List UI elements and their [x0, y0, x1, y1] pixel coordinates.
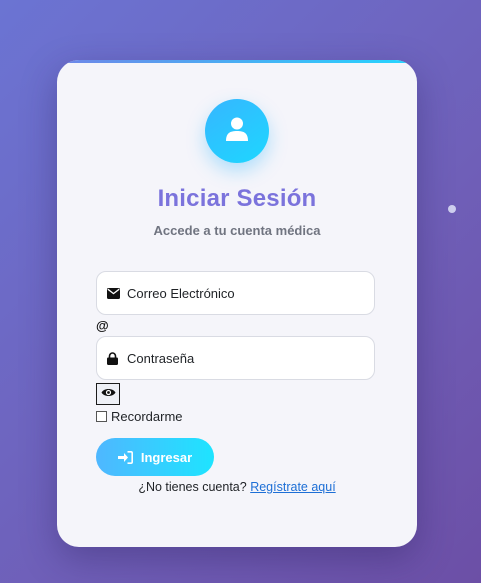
sign-in-icon	[117, 450, 133, 464]
at-sign-icon: @	[96, 318, 109, 333]
user-avatar	[205, 99, 269, 163]
envelope-icon	[107, 286, 121, 300]
email-field[interactable]: Correo Electrónico	[96, 271, 375, 315]
eye-icon	[101, 385, 116, 403]
toggle-password-button[interactable]	[96, 383, 120, 405]
password-label: Contraseña	[127, 350, 195, 366]
page-title: Iniciar Sesión	[157, 185, 317, 212]
remember-me[interactable]: Recordarme	[96, 409, 183, 424]
remember-checkbox[interactable]	[96, 411, 107, 422]
card-accent-bar	[57, 60, 417, 63]
email-label: Correo Electrónico	[127, 285, 235, 301]
login-card: Iniciar Sesión Accede a tu cuenta médica…	[57, 60, 417, 547]
page-subtitle: Accede a tu cuenta médica	[153, 223, 321, 238]
signup-link[interactable]: Regístrate aquí	[250, 480, 335, 494]
submit-button[interactable]: Ingresar	[96, 438, 214, 476]
submit-label: Ingresar	[140, 449, 193, 465]
lock-icon	[107, 351, 121, 365]
password-field[interactable]: Contraseña	[96, 336, 375, 380]
signup-text: ¿No tienes cuenta?	[138, 480, 247, 494]
remember-label: Recordarme	[111, 409, 183, 424]
decorative-dot	[448, 205, 456, 213]
signup-prompt: ¿No tienes cuenta? Regístrate aquí	[57, 480, 417, 494]
user-icon	[225, 116, 249, 147]
